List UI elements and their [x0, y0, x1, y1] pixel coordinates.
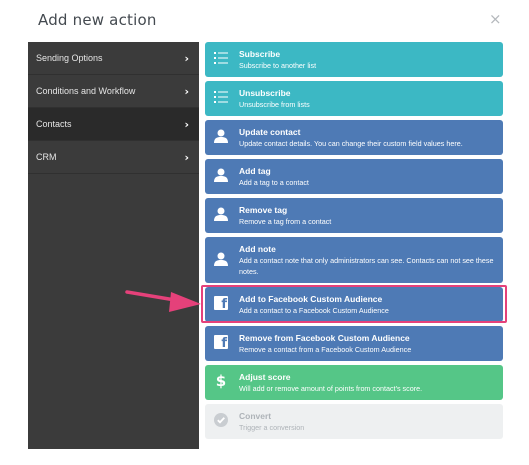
action-title: Add tag	[239, 166, 271, 176]
facebook-icon: f	[213, 334, 229, 351]
action-description: Will add or remove amount of points from…	[239, 384, 423, 393]
sidebar-item-crm[interactable]: CRM ›	[28, 141, 199, 174]
sidebar-item-sending-options[interactable]: Sending Options ›	[28, 42, 199, 75]
action-title: Adjust score	[239, 372, 291, 382]
sidebar-item-label: Conditions and Workflow	[36, 86, 136, 96]
action-list: Subscribe Subscribe to another list Unsu…	[205, 42, 503, 443]
action-remove-tag[interactable]: Remove tag Remove a tag from a contact	[205, 198, 503, 233]
action-title: Add to Facebook Custom Audience	[239, 294, 383, 304]
person-icon	[213, 167, 229, 183]
sidebar-item-contacts[interactable]: Contacts ›	[28, 108, 199, 141]
dollar-icon: $	[215, 372, 227, 390]
list-icon	[213, 89, 229, 105]
action-description: Unsubscribe from lists	[239, 100, 310, 109]
check-circle-icon	[213, 412, 229, 428]
action-description: Update contact details. You can change t…	[239, 139, 463, 148]
chevron-right-icon: ›	[184, 118, 189, 131]
person-icon	[213, 251, 229, 267]
action-title: Remove from Facebook Custom Audience	[239, 333, 410, 343]
action-add-tag[interactable]: Add tag Add a tag to a contact	[205, 159, 503, 194]
person-icon	[213, 128, 229, 144]
action-remove-from-facebook-custom-audience[interactable]: f Remove from Facebook Custom Audience R…	[205, 326, 503, 361]
close-icon[interactable]: ×	[489, 10, 502, 28]
sidebar-item-label: Contacts	[36, 119, 72, 129]
pointer-arrow-icon	[125, 290, 201, 312]
action-title: Update contact	[239, 127, 301, 137]
action-title: Remove tag	[239, 205, 288, 215]
dialog-title: Add new action	[38, 11, 157, 29]
list-icon	[213, 50, 229, 66]
action-convert: Convert Trigger a conversion	[205, 404, 503, 439]
facebook-icon: f	[213, 295, 229, 312]
action-unsubscribe[interactable]: Unsubscribe Unsubscribe from lists	[205, 81, 503, 116]
action-description: Subscribe to another list	[239, 61, 317, 70]
action-add-note[interactable]: Add note Add a contact note that only ad…	[205, 237, 503, 283]
action-description: Remove a tag from a contact	[239, 217, 332, 226]
action-description: Add a contact to a Facebook Custom Audie…	[239, 306, 389, 315]
chevron-right-icon: ›	[184, 151, 189, 164]
action-description: Trigger a conversion	[239, 423, 305, 432]
action-title: Convert	[239, 411, 272, 421]
action-title: Add note	[239, 244, 276, 254]
sidebar-item-label: CRM	[36, 152, 57, 162]
action-subscribe[interactable]: Subscribe Subscribe to another list	[205, 42, 503, 77]
action-update-contact[interactable]: Update contact Update contact details. Y…	[205, 120, 503, 155]
person-icon	[213, 206, 229, 222]
action-add-to-facebook-custom-audience[interactable]: f Add to Facebook Custom Audience Add a …	[205, 287, 503, 322]
action-description: Add a contact note that only administrat…	[239, 256, 494, 276]
category-sidebar: Sending Options › Conditions and Workflo…	[28, 42, 199, 449]
action-title: Unsubscribe	[239, 88, 291, 98]
dialog-header: Add new action ×	[0, 0, 529, 40]
action-description: Remove a contact from a Facebook Custom …	[239, 345, 412, 354]
sidebar-item-conditions-and-workflow[interactable]: Conditions and Workflow ›	[28, 75, 199, 108]
chevron-right-icon: ›	[184, 85, 189, 98]
action-description: Add a tag to a contact	[239, 178, 309, 187]
action-title: Subscribe	[239, 49, 281, 59]
chevron-right-icon: ›	[184, 52, 189, 65]
action-adjust-score[interactable]: $ Adjust score Will add or remove amount…	[205, 365, 503, 400]
sidebar-item-label: Sending Options	[36, 53, 103, 63]
